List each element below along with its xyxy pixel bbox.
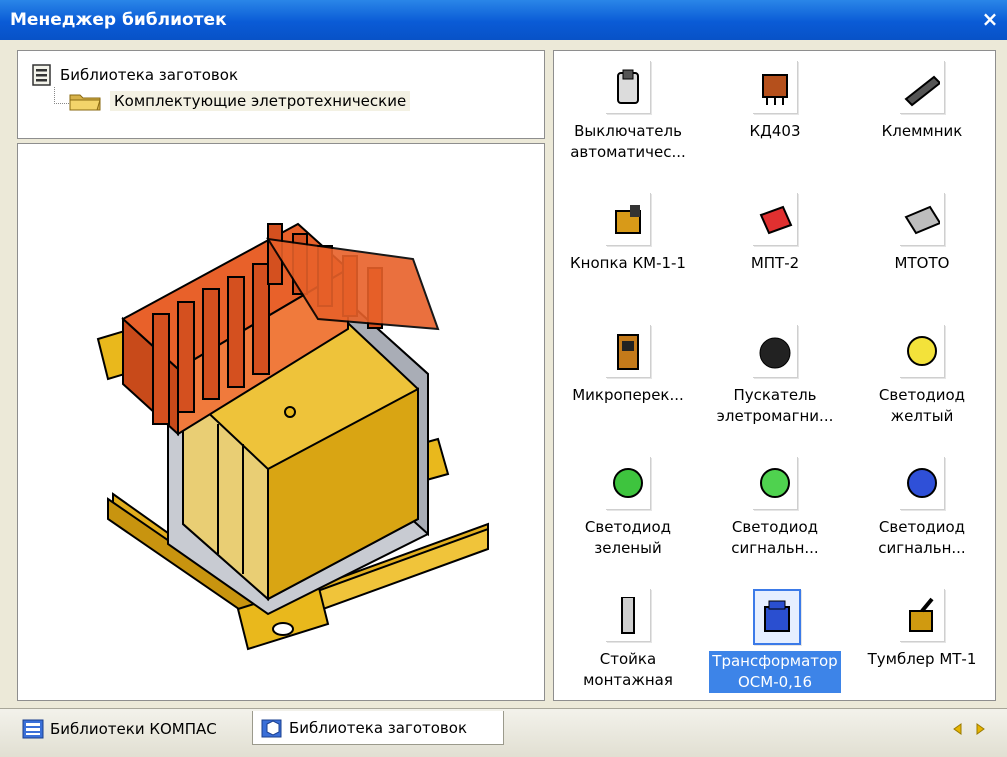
thumbnail	[606, 589, 651, 642]
component-caption: Кнопка КМ-1-1	[570, 254, 686, 272]
thumbnail	[606, 457, 651, 510]
component-caption: Светодиод зеленый	[584, 518, 672, 557]
component-caption: Светодиод сигнальн...	[878, 518, 966, 557]
transformer-icon	[764, 600, 790, 632]
thumbnail	[753, 61, 798, 114]
component-tile[interactable]: МТОТО	[848, 183, 996, 311]
component-caption: Пускатель элетромагни...	[716, 386, 834, 425]
thumbnail	[753, 589, 801, 645]
thumbnail	[900, 325, 945, 378]
tree-item-root[interactable]: Библиотека заготовок	[32, 63, 238, 87]
thumbnail	[753, 457, 798, 510]
thumbnail	[900, 589, 945, 642]
tab-label: Библиотеки КОМПАС	[50, 720, 217, 738]
close-button[interactable]: ×	[979, 8, 1001, 30]
diode-icon	[762, 74, 788, 105]
led-green-icon	[613, 468, 643, 498]
library-tree: Библиотека заготовок Комплектующие элетр…	[17, 50, 545, 139]
breaker-icon	[617, 69, 639, 104]
component-tile[interactable]: Пускатель элетромагни...	[701, 315, 849, 443]
component-caption: Стойка монтажная	[583, 650, 673, 689]
library-book-icon	[32, 64, 51, 86]
thumbnail	[753, 325, 798, 378]
standoff-icon	[621, 597, 635, 634]
component-caption: МТОТО	[894, 254, 950, 272]
thumbnail	[606, 193, 651, 246]
component-tile[interactable]: Светодиод сигнальн...	[848, 447, 996, 575]
component-caption: Выключатель автоматичес...	[570, 122, 686, 161]
component-tile[interactable]: Стойка монтажная	[554, 579, 702, 707]
component-tile[interactable]: Трансформатор ОСМ-0,16	[701, 579, 849, 707]
component-tile[interactable]: Светодиод зеленый	[554, 447, 702, 575]
led-yellow-icon	[907, 336, 937, 366]
component-caption: Клеммник	[881, 122, 963, 140]
window-title: Менеджер библиотек	[10, 10, 227, 30]
component-tile[interactable]: КД403	[701, 51, 849, 179]
tab-kompas-libraries[interactable]: Библиотеки КОМПАС	[14, 713, 250, 745]
component-tile[interactable]: Светодиод желтый	[848, 315, 996, 443]
component-tile[interactable]: Выключатель автоматичес...	[554, 51, 702, 179]
component-tile[interactable]: Светодиод сигнальн...	[701, 447, 849, 575]
thumbnail	[606, 325, 651, 378]
thumbnail	[900, 61, 945, 114]
mtoto-icon	[904, 205, 940, 235]
component-caption: Микроперек...	[572, 386, 684, 404]
component-tile[interactable]: Микроперек...	[554, 315, 702, 443]
tab-blanks-library[interactable]: Библиотека заготовок	[252, 711, 504, 745]
led-signal-green-icon	[760, 468, 790, 498]
fuse-icon	[759, 205, 793, 235]
tree-child-label: Комплектующие элетротехнические	[110, 91, 411, 111]
tree-root-label: Библиотека заготовок	[60, 66, 239, 84]
component-caption: Тумблер МТ-1	[867, 650, 977, 668]
toggle-switch-icon	[909, 597, 934, 632]
thumbnail	[900, 457, 945, 510]
transformer-preview-image	[96, 222, 489, 651]
component-caption: Светодиод сигнальн...	[731, 518, 819, 557]
component-caption: Светодиод желтый	[878, 386, 966, 425]
folder-open-icon	[69, 94, 101, 111]
component-caption: МПТ-2	[750, 254, 800, 272]
preview-panel	[17, 143, 545, 701]
title-bar: Менеджер библиотек ×	[0, 0, 1007, 40]
component-tile[interactable]: Кнопка КМ-1-1	[554, 183, 702, 311]
scroll-right-icon[interactable]	[972, 721, 988, 737]
component-grid: Выключатель автоматичес... КД403 Клеммник К…	[553, 50, 996, 701]
button-switch-icon	[615, 205, 641, 234]
scroll-left-icon[interactable]	[950, 721, 966, 737]
component-tile[interactable]: МПТ-2	[701, 183, 849, 311]
thumbnail	[900, 193, 945, 246]
bottom-tab-bar: Библиотеки КОМПАС Библиотека заготовок	[0, 708, 1007, 757]
starter-icon	[759, 337, 791, 369]
component-caption: КД403	[749, 122, 801, 140]
terminal-block-icon	[904, 75, 940, 107]
component-tile[interactable]: Тумблер МТ-1	[848, 579, 996, 707]
thumbnail	[753, 193, 798, 246]
library-icon	[22, 719, 44, 739]
tree-item-child[interactable]: Комплектующие элетротехнические	[68, 89, 411, 113]
component-tile[interactable]: Клеммник	[848, 51, 996, 179]
blanks-library-icon	[261, 719, 282, 737]
led-signal-blue-icon	[907, 468, 937, 498]
microswitch-icon	[617, 334, 639, 370]
component-caption: Трансформатор ОСМ-0,16	[709, 651, 841, 693]
tab-label: Библиотека заготовок	[289, 718, 468, 737]
thumbnail	[606, 61, 651, 114]
